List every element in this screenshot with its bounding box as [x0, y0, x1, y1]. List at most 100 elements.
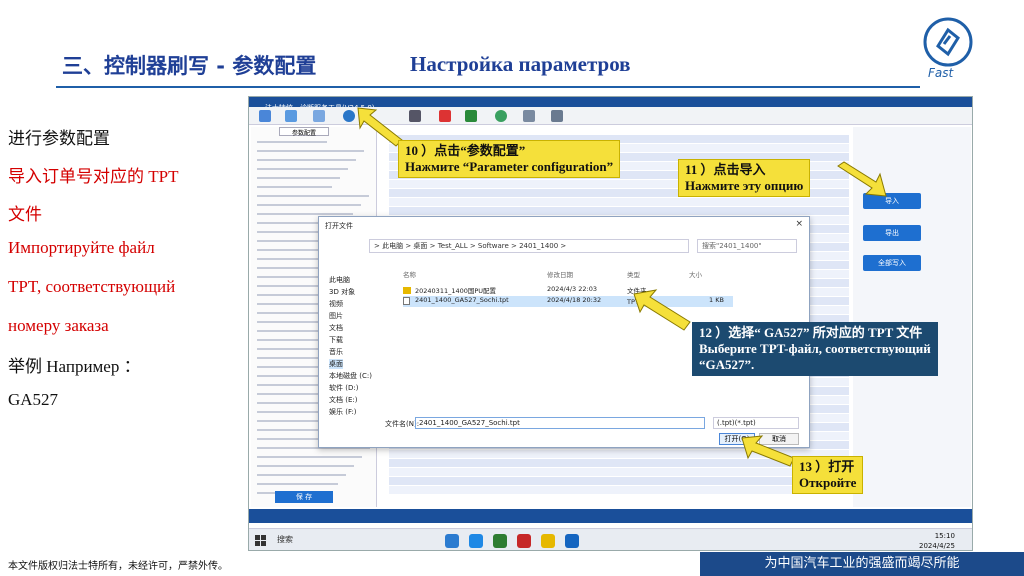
slide-title-ru: Настройка параметров [410, 52, 631, 76]
tab-parameter-config[interactable]: 参数配置 [279, 127, 329, 137]
step-desc-ru-3: номеру заказа [8, 316, 109, 335]
toolbar-home-icon[interactable] [259, 110, 271, 122]
callout-step-12: 12 ）选择“ GA527” 所对应的 TPT 文件 Выберите TPT-… [692, 322, 938, 376]
callout-11-ru: Нажмите эту опцию [685, 178, 804, 193]
taskbar-date: 2024/4/25 [919, 542, 955, 550]
col-size[interactable]: 大小 [689, 269, 702, 279]
tree-node[interactable] [257, 159, 356, 161]
windows-start-icon[interactable] [255, 534, 267, 546]
file-name: 20240311_1400国PU配置 [415, 287, 497, 295]
file-name: 2401_1400_GA527_Sochi.tpt [415, 296, 509, 304]
step-desc-cn-1: 导入订单号对应的 TPT [8, 167, 179, 186]
nav-item[interactable]: 下载 [329, 335, 343, 345]
taskbar-excel-icon[interactable] [493, 534, 507, 548]
taskbar-edge-icon[interactable] [445, 534, 459, 548]
step-desc-ru-1: Импортируйте файл [8, 238, 155, 257]
filename-label: 文件名(N): [385, 420, 420, 428]
taskbar-powerpoint-icon[interactable] [517, 534, 531, 548]
nav-item[interactable]: 娱乐 (F:) [329, 407, 357, 417]
app-status-bar [249, 509, 972, 523]
dialog-title: 打开文件 [325, 222, 353, 230]
export-button[interactable]: 导出 [863, 225, 921, 241]
save-button[interactable]: 保 存 [275, 491, 333, 503]
nav-item[interactable]: 图片 [329, 311, 343, 321]
callout-step-11: 11 ）点击导入 Нажмите эту опцию [678, 159, 811, 197]
callout-12-ru-2: “GA527”. [699, 357, 755, 372]
tree-node[interactable] [257, 474, 346, 476]
tree-node[interactable] [257, 195, 369, 197]
callout-13-cn: 13 ）打开 [799, 459, 855, 474]
toolbar-connect-icon[interactable] [313, 110, 325, 122]
taskbar-word-icon[interactable] [565, 534, 579, 548]
filename-input[interactable]: 2401_1400_GA527_Sochi.tpt [415, 417, 705, 429]
grid-row[interactable] [389, 486, 849, 494]
nav-item-desktop[interactable]: 桌面 [329, 359, 343, 369]
tree-node[interactable] [257, 204, 361, 206]
copyright-notice: 本文件版权归法士特所有，未经许可，严禁外传。 [8, 561, 228, 572]
taskbar-app-icon[interactable] [469, 534, 483, 548]
callout-step-13: 13 ）打开 Откройте [792, 456, 864, 494]
nav-item[interactable]: 视频 [329, 299, 343, 309]
nav-item[interactable]: 本地磁盘 (C:) [329, 371, 372, 381]
fast-logo-icon [923, 17, 973, 67]
taskbar-search[interactable]: 搜索 [277, 534, 293, 545]
step-desc-cn-2: 文件 [8, 205, 42, 224]
callout-12-cn: 12 ）选择“ GA527” 所对应的 TPT 文件 [699, 325, 923, 340]
filetype-select[interactable]: (.tpt)(*.tpt) [713, 417, 799, 429]
tree-node[interactable] [257, 141, 327, 143]
nav-item[interactable]: 文档 (E:) [329, 395, 357, 405]
tree-node[interactable] [257, 456, 362, 458]
nav-item[interactable]: 文档 [329, 323, 343, 333]
header-divider [56, 86, 920, 88]
toolbar-save-icon[interactable] [409, 110, 421, 122]
windows-taskbar: 搜索 15:10 2024/4/25 [249, 528, 972, 550]
dialog-close-icon[interactable]: × [795, 219, 803, 229]
col-name[interactable]: 名称 [403, 269, 416, 279]
toolbar-screen-icon[interactable] [551, 110, 563, 122]
tree-node[interactable] [257, 213, 353, 215]
grid-row[interactable] [389, 198, 849, 206]
tree-node[interactable] [257, 186, 332, 188]
col-date[interactable]: 修改日期 [547, 269, 573, 279]
grid-row[interactable] [389, 207, 849, 215]
toolbar-info-icon[interactable] [285, 110, 297, 122]
file-icon [403, 297, 410, 305]
write-all-button[interactable]: 全部写入 [863, 255, 921, 271]
nav-item[interactable]: 3D 对象 [329, 287, 355, 297]
file-size: 1 KB [709, 296, 724, 304]
folder-icon [403, 287, 411, 294]
tree-node[interactable] [257, 168, 348, 170]
nav-item[interactable]: 软件 (D:) [329, 383, 358, 393]
toolbar-export-icon[interactable] [465, 110, 477, 122]
file-date: 2024/4/3 22:03 [547, 285, 597, 293]
callout-13-ru: Откройте [799, 475, 857, 490]
step-desc-ru-2: TPT, соответствующий [8, 277, 176, 296]
callout-11-cn: 11 ）点击导入 [685, 162, 766, 177]
taskbar-time: 15:10 [934, 532, 955, 540]
grid-row[interactable] [389, 477, 849, 485]
example-label: 举例 Например ： [8, 357, 141, 376]
nav-item[interactable]: 音乐 [329, 347, 343, 357]
slide-title-cn: 三、控制器刷写 - 参数配置 [62, 54, 317, 78]
taskbar-clock: 15:10 2024/4/25 [919, 531, 955, 550]
toolbar-settings-icon[interactable] [523, 110, 535, 122]
callout-10-ru: Нажмите “Parameter configuration” [405, 159, 614, 174]
example-value: GA527 [8, 390, 59, 409]
tree-node[interactable] [257, 177, 340, 179]
logo-text: Fast [928, 66, 954, 80]
tree-node[interactable] [257, 465, 354, 467]
col-type[interactable]: 类型 [627, 269, 640, 279]
callout-10-cn: 10 ）点击“参数配置” [405, 143, 526, 158]
toolbar-web-icon[interactable] [495, 110, 507, 122]
dialog-search-input[interactable]: 搜索"2401_1400" [697, 239, 797, 253]
nav-item[interactable]: 此电脑 [329, 275, 350, 285]
taskbar-folder-icon[interactable] [541, 534, 555, 548]
step-heading: 进行参数配置 [8, 129, 110, 148]
file-list-header: 名称 修改日期 类型 大小 [399, 269, 799, 281]
callout-step-10: 10 ）点击“参数配置” Нажмите “Parameter configur… [398, 140, 621, 178]
slogan-banner: 为中国汽车工业的强盛而竭尽所能 [700, 552, 1024, 576]
toolbar-flash-icon[interactable] [439, 110, 451, 122]
dialog-address-bar[interactable]: > 此电脑 > 桌面 > Test_ALL > Software > 2401_… [369, 239, 689, 253]
tree-node[interactable] [257, 150, 364, 152]
tree-node[interactable] [257, 483, 338, 485]
